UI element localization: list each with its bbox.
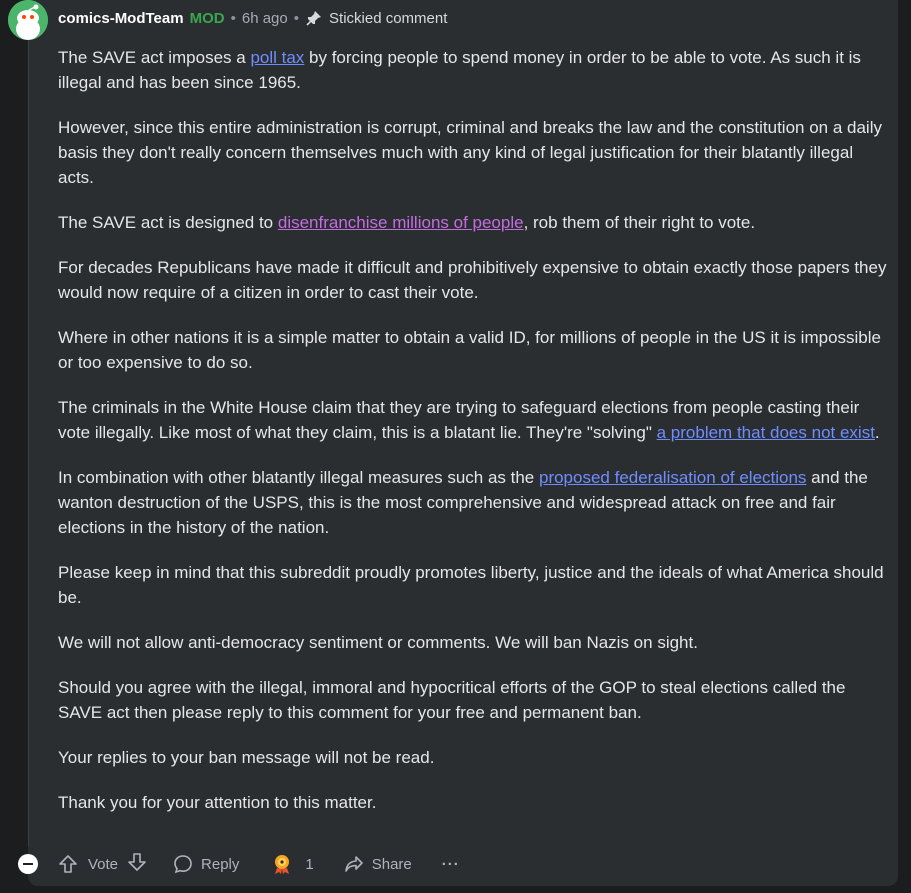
paragraph-text: In combination with other blatantly ille… xyxy=(58,468,539,487)
comment-paragraph: We will not allow anti-democracy sentime… xyxy=(58,630,893,655)
comment-paragraph: Your replies to your ban message will no… xyxy=(58,745,893,770)
paragraph-text: Your replies to your ban message will no… xyxy=(58,748,435,767)
paragraph-text: Please keep in mind that this subreddit … xyxy=(58,563,884,607)
paragraph-text: The SAVE act imposes a xyxy=(58,48,251,67)
comment-age[interactable]: 6h ago xyxy=(242,10,288,27)
award-icon xyxy=(271,853,293,875)
inline-link[interactable]: disenfranchise millions of people xyxy=(278,213,524,232)
inline-link[interactable]: proposed federalisation of elections xyxy=(539,468,806,487)
author-name[interactable]: comics-ModTeam xyxy=(58,10,184,27)
vote-control xyxy=(58,854,78,874)
paragraph-text: Should you agree with the illegal, immor… xyxy=(58,678,846,722)
snoo-avatar-icon[interactable] xyxy=(8,0,48,40)
share-label: Share xyxy=(371,855,412,873)
comment-paragraph: Should you agree with the illegal, immor… xyxy=(58,675,893,725)
paragraph-text: . xyxy=(874,423,880,442)
comment-paragraph: For decades Republicans have made it dif… xyxy=(58,255,893,305)
paragraph-text: For decades Republicans have made it dif… xyxy=(58,258,887,302)
stickied-label: Stickied comment xyxy=(329,9,448,27)
collapse-icon[interactable] xyxy=(18,854,38,874)
comment-paragraph: The SAVE act is designed to disenfranchi… xyxy=(58,210,893,235)
vote-label: Vote xyxy=(88,855,119,873)
reply-label: Reply xyxy=(201,855,240,873)
reply-button[interactable]: Reply xyxy=(173,854,239,874)
award-button[interactable]: 1 xyxy=(271,853,314,875)
paragraph-text: Where in other nations it is a simple ma… xyxy=(58,328,881,372)
comment-paragraph: Thank you for your attention to this mat… xyxy=(58,790,893,815)
award-count: 1 xyxy=(305,855,314,873)
comment-paragraph: Please keep in mind that this subreddit … xyxy=(58,560,893,610)
comment-action-bar: Vote Reply 1 Share ··· xyxy=(18,848,460,880)
downvote-arrow-icon[interactable] xyxy=(127,852,147,876)
inline-link[interactable]: a problem that does not exist xyxy=(657,423,875,442)
comment-paragraph: However, since this entire administratio… xyxy=(58,115,893,190)
paragraph-text: , rob them of their right to vote. xyxy=(523,213,756,232)
separator-dot: • xyxy=(230,9,236,27)
comment-paragraph: The SAVE act imposes a poll tax by forci… xyxy=(58,45,893,95)
comment-header: comics-ModTeam MOD • 6h ago • Stickied c… xyxy=(58,8,447,28)
paragraph-text: The SAVE act is designed to xyxy=(58,213,278,232)
upvote-arrow-icon[interactable] xyxy=(58,854,78,874)
ellipsis-icon[interactable]: ··· xyxy=(442,856,460,873)
comment-paragraph: In combination with other blatantly ille… xyxy=(58,465,893,540)
inline-link[interactable]: poll tax xyxy=(250,48,304,67)
paragraph-text: We will not allow anti-democracy sentime… xyxy=(58,633,698,652)
speech-bubble-icon xyxy=(173,854,193,874)
pin-icon xyxy=(305,9,323,27)
mod-flair: MOD xyxy=(189,9,225,27)
separator-dot: • xyxy=(293,9,300,27)
comment-paragraph: Where in other nations it is a simple ma… xyxy=(58,325,893,375)
paragraph-text: Thank you for your attention to this mat… xyxy=(58,793,377,812)
paragraph-text: However, since this entire administratio… xyxy=(58,118,882,187)
thread-line[interactable] xyxy=(28,40,29,846)
share-arrow-icon xyxy=(344,854,364,874)
comment-body: The SAVE act imposes a poll tax by forci… xyxy=(58,45,893,835)
comment-paragraph: The criminals in the White House claim t… xyxy=(58,395,893,445)
share-button[interactable]: Share xyxy=(344,854,412,874)
